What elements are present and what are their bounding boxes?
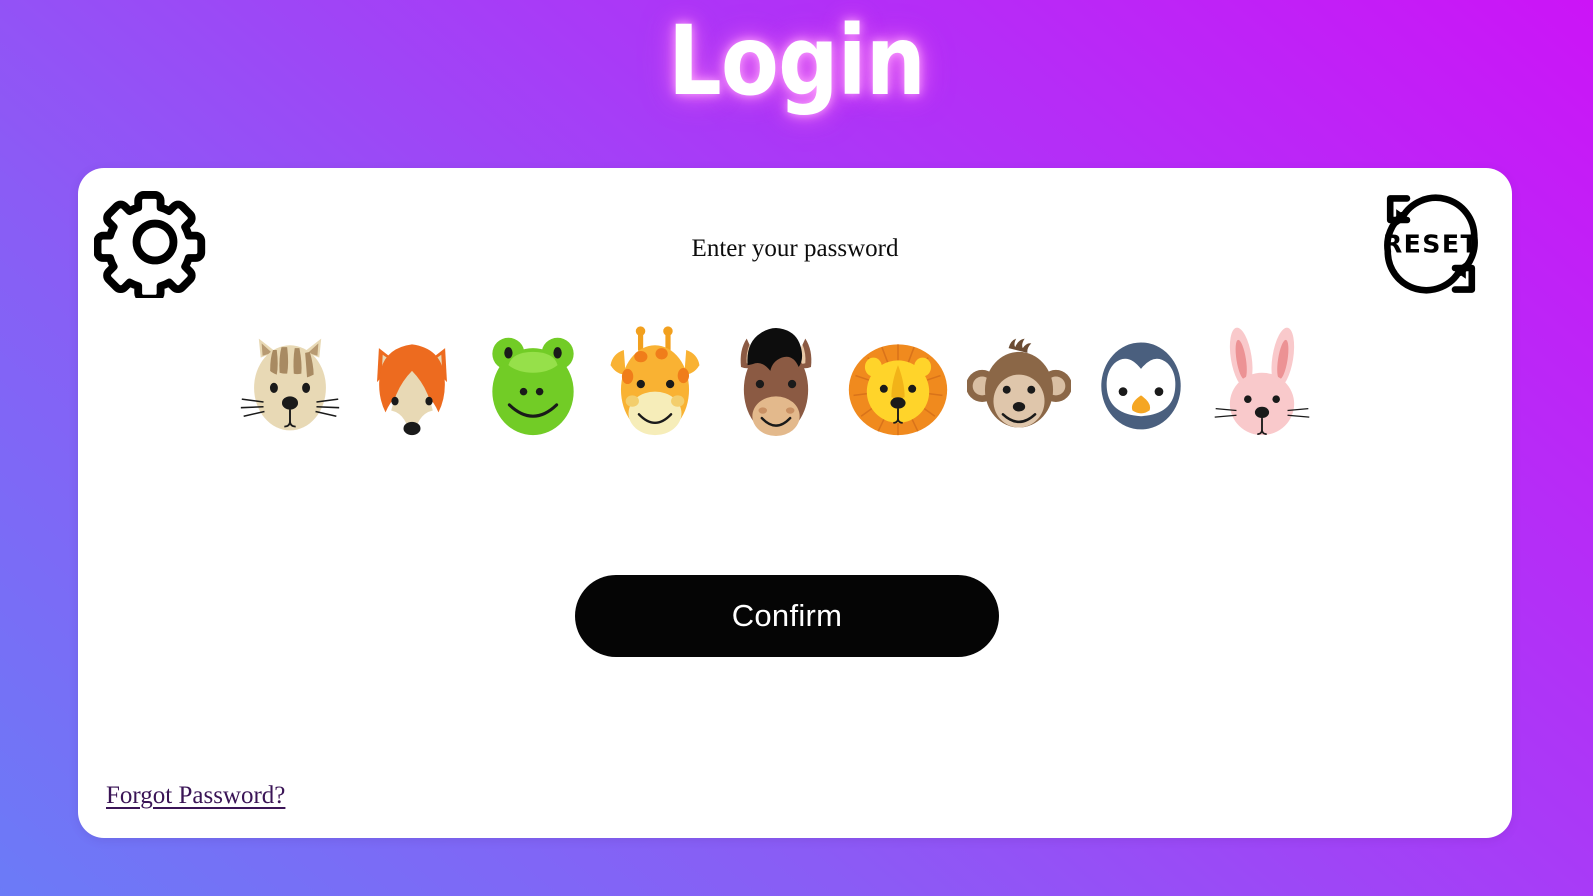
animal-option-fox[interactable] xyxy=(360,320,464,450)
confirm-button[interactable]: Confirm xyxy=(575,575,999,657)
rabbit-face-icon xyxy=(1210,320,1314,450)
password-prompt: Enter your password xyxy=(691,235,899,262)
login-screen: Login RESET Enter your password Confirm … xyxy=(0,0,1593,896)
login-card: RESET Enter your password Confirm Forgot… xyxy=(78,168,1512,838)
forgot-password-link[interactable]: Forgot Password? xyxy=(106,782,285,810)
frog-face-icon xyxy=(481,320,585,450)
penguin-face-icon xyxy=(1089,320,1193,450)
animal-option-lion[interactable] xyxy=(846,320,950,450)
animal-option-rabbit[interactable] xyxy=(1210,320,1314,450)
animal-option-giraffe[interactable] xyxy=(603,320,707,450)
monkey-face-icon xyxy=(967,320,1071,450)
animal-option-penguin[interactable] xyxy=(1089,320,1193,450)
animal-option-cat[interactable] xyxy=(238,320,342,450)
animal-option-frog[interactable] xyxy=(481,320,585,450)
fox-face-icon xyxy=(360,320,464,450)
animal-option-horse[interactable] xyxy=(724,320,828,450)
page-title: Login xyxy=(667,5,926,117)
horse-face-icon xyxy=(724,320,828,450)
giraffe-face-icon xyxy=(603,320,707,450)
animal-password-options xyxy=(238,320,1314,450)
animal-option-monkey[interactable] xyxy=(967,320,1071,450)
cat-face-icon xyxy=(238,320,342,450)
lion-face-icon xyxy=(846,320,950,450)
